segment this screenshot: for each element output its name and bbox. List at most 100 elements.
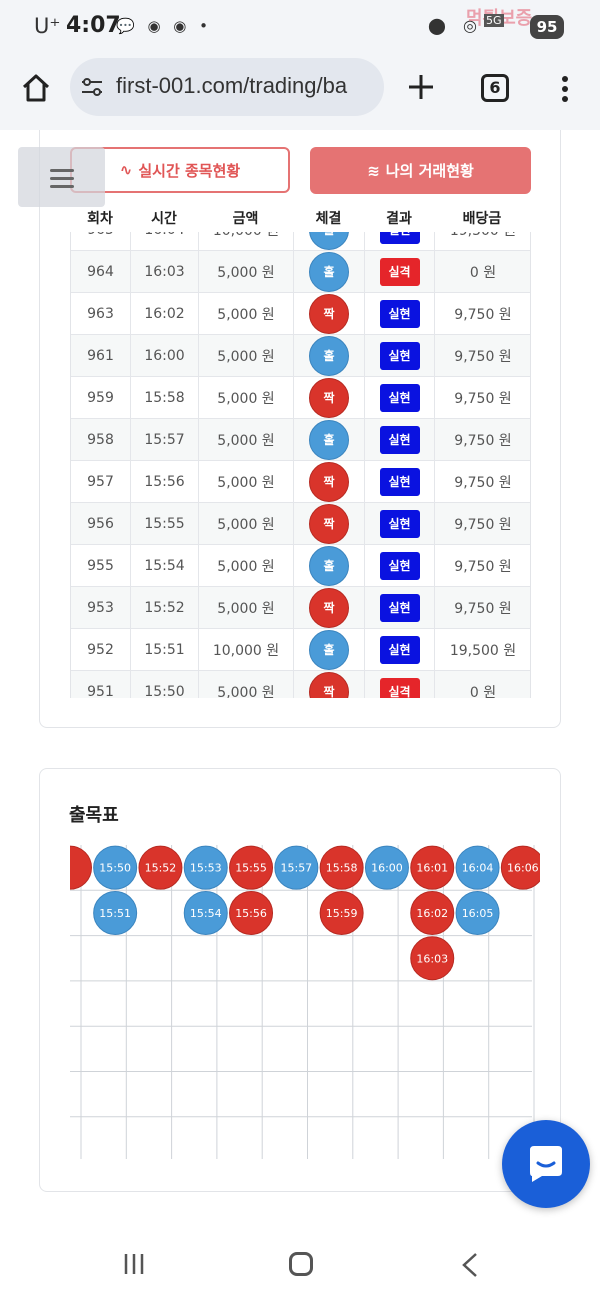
table-row: 952 15:51 10,000 원 홀 실현 19,500 원 bbox=[71, 629, 530, 671]
pick-ball: 홀 bbox=[309, 232, 349, 250]
history-ball: 16:04 bbox=[455, 845, 500, 890]
header-round: 회차 bbox=[87, 211, 113, 227]
pick-cell: 짝 bbox=[294, 461, 365, 502]
payout-cell: 0 원 bbox=[469, 684, 497, 699]
history-ball: 16:00 bbox=[364, 845, 409, 890]
round-cell: 959 bbox=[71, 377, 131, 418]
chat-button[interactable] bbox=[502, 1120, 590, 1208]
pick-ball: 짝 bbox=[309, 503, 349, 544]
table-header: 회차 시간 금액 체결 결과 배당금 bbox=[70, 208, 530, 232]
round-cell: 958 bbox=[71, 419, 131, 460]
result-cell: 실현 bbox=[365, 545, 435, 586]
history-ball: 15:51 bbox=[93, 890, 138, 935]
round-cell: 961 bbox=[71, 335, 131, 376]
result-badge: 실격 bbox=[379, 257, 420, 286]
history-ball: 15:54 bbox=[183, 890, 228, 935]
history-ball: 15:52 bbox=[138, 845, 183, 890]
history-grid: 15:50 15:51 15:52 15:53 15:54 15:55 15:56 15:57… bbox=[70, 845, 540, 1159]
pick-cell: 홀 bbox=[294, 335, 365, 376]
pick-cell: 홀 bbox=[294, 629, 365, 670]
history-ball: 15:56 bbox=[229, 890, 274, 935]
pick-cell: 홀 bbox=[294, 419, 365, 460]
home-icon[interactable] bbox=[20, 72, 52, 104]
amount-cell: 5,000 원 bbox=[199, 503, 294, 544]
nav-recent-icon[interactable] bbox=[122, 1252, 146, 1276]
round-cell: 964 bbox=[71, 251, 131, 292]
payout-cell: 9,750 원 bbox=[454, 390, 512, 407]
pick-cell: 홀 bbox=[294, 232, 365, 250]
history-ball-label: 15:55 bbox=[235, 862, 267, 875]
table-row: 964 16:03 5,000 원 홀 실격 0 원 bbox=[71, 251, 530, 293]
history-ball: 15:57 bbox=[274, 845, 319, 890]
result-badge: 실현 bbox=[379, 341, 420, 370]
time-cell: 16:03 bbox=[131, 251, 199, 292]
time-cell: 16:04 bbox=[131, 232, 199, 250]
payout-cell: 19,500 원 bbox=[449, 642, 517, 659]
result-badge: 실현 bbox=[379, 232, 420, 244]
time-cell: 15:56 bbox=[131, 461, 199, 502]
history-ball: 16:05 bbox=[455, 890, 500, 935]
battery-indicator: 95 bbox=[530, 15, 564, 39]
history-title: 출목표 bbox=[69, 805, 119, 826]
result-cell: 실현 bbox=[365, 419, 435, 460]
pick-ball: 홀 bbox=[309, 629, 349, 670]
browser-toolbar: first-001.com/trading/ba 6 bbox=[0, 56, 600, 130]
payout-cell: 9,750 원 bbox=[454, 474, 512, 491]
table-row: 951 15:50 5,000 원 짝 실격 0 원 bbox=[71, 671, 530, 699]
page-content: ∿ 실시간 종목현황 ≋ 나의 거래현황 회차 시간 금액 체결 결과 배당금 … bbox=[0, 130, 600, 1230]
pulse-icon: ∿ bbox=[119, 161, 133, 179]
network-badge: 5G bbox=[484, 14, 504, 27]
history-ball-label: 15:56 bbox=[235, 907, 267, 920]
trades-table[interactable]: 96516:0410,000 원홀실현19,500 원96416:035,000… bbox=[70, 232, 531, 698]
payout-cell: 19,500 원 bbox=[435, 232, 530, 250]
nav-back-icon[interactable] bbox=[460, 1252, 480, 1278]
header-time: 시간 bbox=[151, 211, 177, 227]
realtime-tab-label: 실시간 종목현황 bbox=[138, 161, 241, 180]
table-body: 96516:0410,000 원홀실현19,500 원96416:035,000… bbox=[71, 232, 530, 699]
header-payout: 배당금 bbox=[462, 211, 502, 227]
amount-cell: 5,000 원 bbox=[199, 377, 294, 418]
history-ball-label: 15:54 bbox=[190, 907, 222, 920]
pick-ball: 짝 bbox=[309, 587, 349, 628]
time-cell: 15:57 bbox=[131, 419, 199, 460]
table-row: 956 15:55 5,000 원 짝 실현 9,750 원 bbox=[71, 503, 530, 545]
history-ball-label: 15:53 bbox=[190, 862, 222, 875]
history-ball: 15:59 bbox=[319, 890, 364, 935]
table-row: 963 16:02 5,000 원 짝 실현 9,750 원 bbox=[71, 293, 530, 335]
time-cell: 16:00 bbox=[131, 335, 199, 376]
result-badge: 실현 bbox=[379, 383, 420, 412]
amount-cell: 5,000 원 bbox=[199, 545, 294, 586]
payout-cell: 9,750 원 bbox=[454, 306, 512, 323]
result-cell: 실현 bbox=[365, 293, 435, 334]
pick-cell: 짝 bbox=[294, 587, 365, 628]
table-row: 959 15:58 5,000 원 짝 실현 9,750 원 bbox=[71, 377, 530, 419]
tabs-icon[interactable]: 6 bbox=[481, 74, 509, 102]
amount-cell: 5,000 원 bbox=[199, 461, 294, 502]
history-ball-label: 15:59 bbox=[326, 907, 358, 920]
pick-cell: 홀 bbox=[294, 251, 365, 292]
amount-cell: 5,000 원 bbox=[199, 671, 294, 698]
result-cell: 실격 bbox=[365, 251, 435, 292]
clock: 4:07 bbox=[66, 13, 121, 38]
table-row: 96516:0410,000 원 홀 실현 19,500 원 bbox=[71, 232, 530, 251]
result-cell: 실현 bbox=[365, 335, 435, 376]
system-nav-bar bbox=[0, 1230, 600, 1300]
history-ball-label: 16:03 bbox=[416, 952, 448, 965]
tune-icon[interactable] bbox=[80, 76, 104, 98]
history-ball-circle bbox=[70, 845, 92, 890]
my-trades-tab-button[interactable]: ≋ 나의 거래현황 bbox=[310, 147, 531, 194]
result-cell: 실현 bbox=[365, 377, 435, 418]
history-ball-label: 15:57 bbox=[280, 862, 312, 875]
more-icon[interactable] bbox=[553, 74, 577, 104]
menu-icon[interactable] bbox=[18, 147, 105, 207]
address-bar[interactable]: first-001.com/trading/ba bbox=[70, 58, 384, 116]
notification-icons: 💬 ◉ ◉ • bbox=[116, 17, 213, 35]
nav-home-icon[interactable] bbox=[289, 1252, 313, 1276]
amount-cell: 10,000 원 bbox=[199, 232, 294, 250]
result-badge: 실현 bbox=[379, 467, 420, 496]
amount-cell: 10,000 원 bbox=[199, 629, 294, 670]
history-ball-label: 15:58 bbox=[326, 862, 358, 875]
plus-icon[interactable] bbox=[404, 70, 438, 104]
payout-cell: 9,750 원 bbox=[454, 348, 512, 365]
carrier-label: U⁺ bbox=[34, 14, 61, 38]
